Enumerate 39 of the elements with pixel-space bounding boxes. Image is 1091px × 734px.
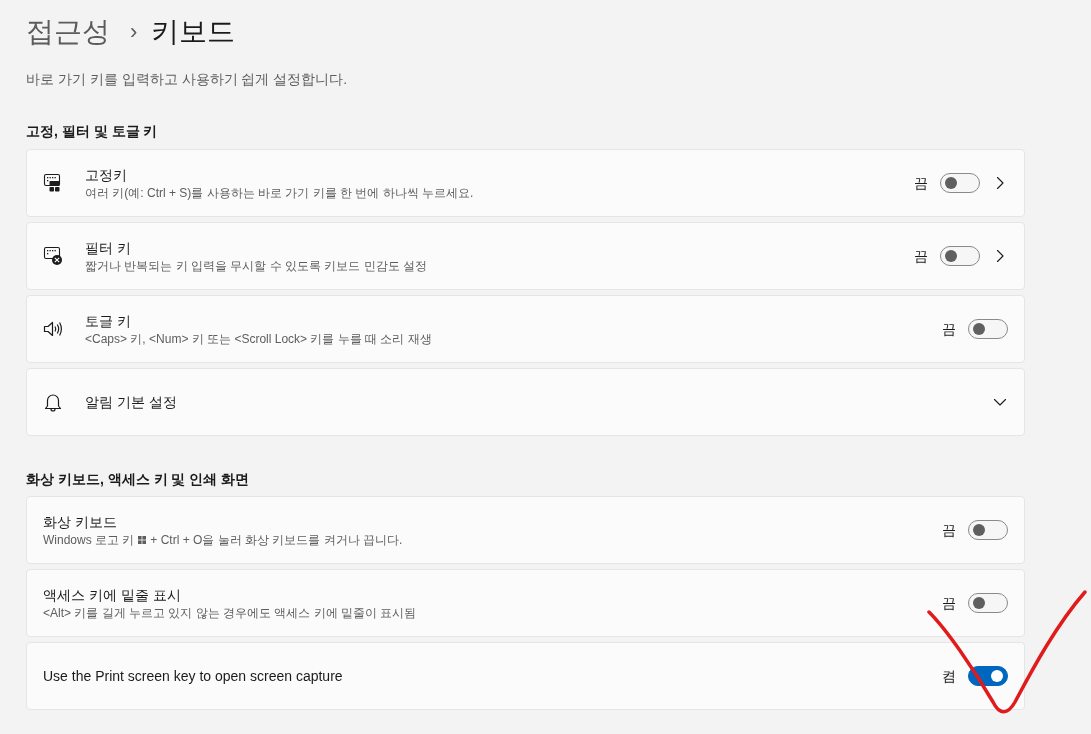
toggle-switch[interactable] xyxy=(940,246,980,266)
section-heading: 고정, 필터 및 토글 키 xyxy=(26,122,159,141)
setting-title: 알림 기본 설정 xyxy=(85,392,178,412)
toggle-state-label: 끔 xyxy=(942,319,956,339)
setting-title: 필터 키 xyxy=(85,238,132,258)
section-heading: 화상 키보드, 액세스 키 및 인쇄 화면 xyxy=(26,470,251,489)
setting-title: 액세스 키에 밑줄 표시 xyxy=(43,585,182,605)
windows-logo-icon xyxy=(138,535,147,544)
setting-description: Windows 로고 키 xyxy=(43,531,135,548)
toggle-switch[interactable] xyxy=(968,520,1008,540)
setting-title: 토글 키 xyxy=(85,311,132,331)
breadcrumb-separator: › xyxy=(130,18,138,46)
keyboard-icon xyxy=(43,173,63,193)
breadcrumb-link[interactable]: 접근성 xyxy=(26,12,110,52)
setting-title: Use the Print screen key to open screen capture xyxy=(43,666,344,686)
speaker-icon xyxy=(43,319,63,339)
bell-icon xyxy=(43,392,63,412)
setting-description: + Ctrl + O을 눌러 화상 키보드를 켜거나 끕니다. xyxy=(150,531,403,548)
setting-description: 짧거나 반복되는 키 입력을 무시할 수 있도록 키보드 민감도 설정 xyxy=(85,257,428,274)
toggle-state-label: 끔 xyxy=(942,593,956,613)
toggle-switch[interactable] xyxy=(940,173,980,193)
page-description: 바로 가기 키를 입력하고 사용하기 쉽게 설정합니다. xyxy=(26,70,349,89)
settings-row[interactable]: 필터 키 짧거나 반복되는 키 입력을 무시할 수 있도록 키보드 민감도 설정 끔 xyxy=(26,222,1025,290)
toggle-state-label: 켬 xyxy=(942,666,956,686)
page-title: 키보드 xyxy=(151,15,236,49)
settings-row[interactable]: 고정키 여러 키(예: Ctrl + S)를 사용하는 바로 가기 키를 한 번에 하나씩 누르세요. 끔 xyxy=(26,149,1025,217)
toggle-switch[interactable] xyxy=(968,593,1008,613)
toggle-switch[interactable] xyxy=(968,666,1008,686)
setting-description: 여러 키(예: Ctrl + S)를 사용하는 바로 가기 키를 한 번에 하나씩 누르세요. xyxy=(85,184,475,201)
settings-row[interactable]: 알림 기본 설정 xyxy=(26,368,1025,436)
setting-title: 고정키 xyxy=(85,165,128,185)
keyboard-icon xyxy=(43,246,63,266)
setting-title: 화상 키보드 xyxy=(43,512,118,532)
toggle-state-label: 끔 xyxy=(914,173,928,193)
toggle-switch[interactable] xyxy=(968,319,1008,339)
toggle-state-label: 끔 xyxy=(942,520,956,540)
setting-description: <Caps> 키, <Num> 키 또는 <Scroll Lock> 키를 누를 때 소리 재생 xyxy=(85,330,433,347)
toggle-state-label: 끔 xyxy=(914,246,928,266)
setting-description: <Alt> 키를 길게 누르고 있지 않는 경우에도 액세스 키에 밑줄이 표시됨 xyxy=(43,604,418,621)
